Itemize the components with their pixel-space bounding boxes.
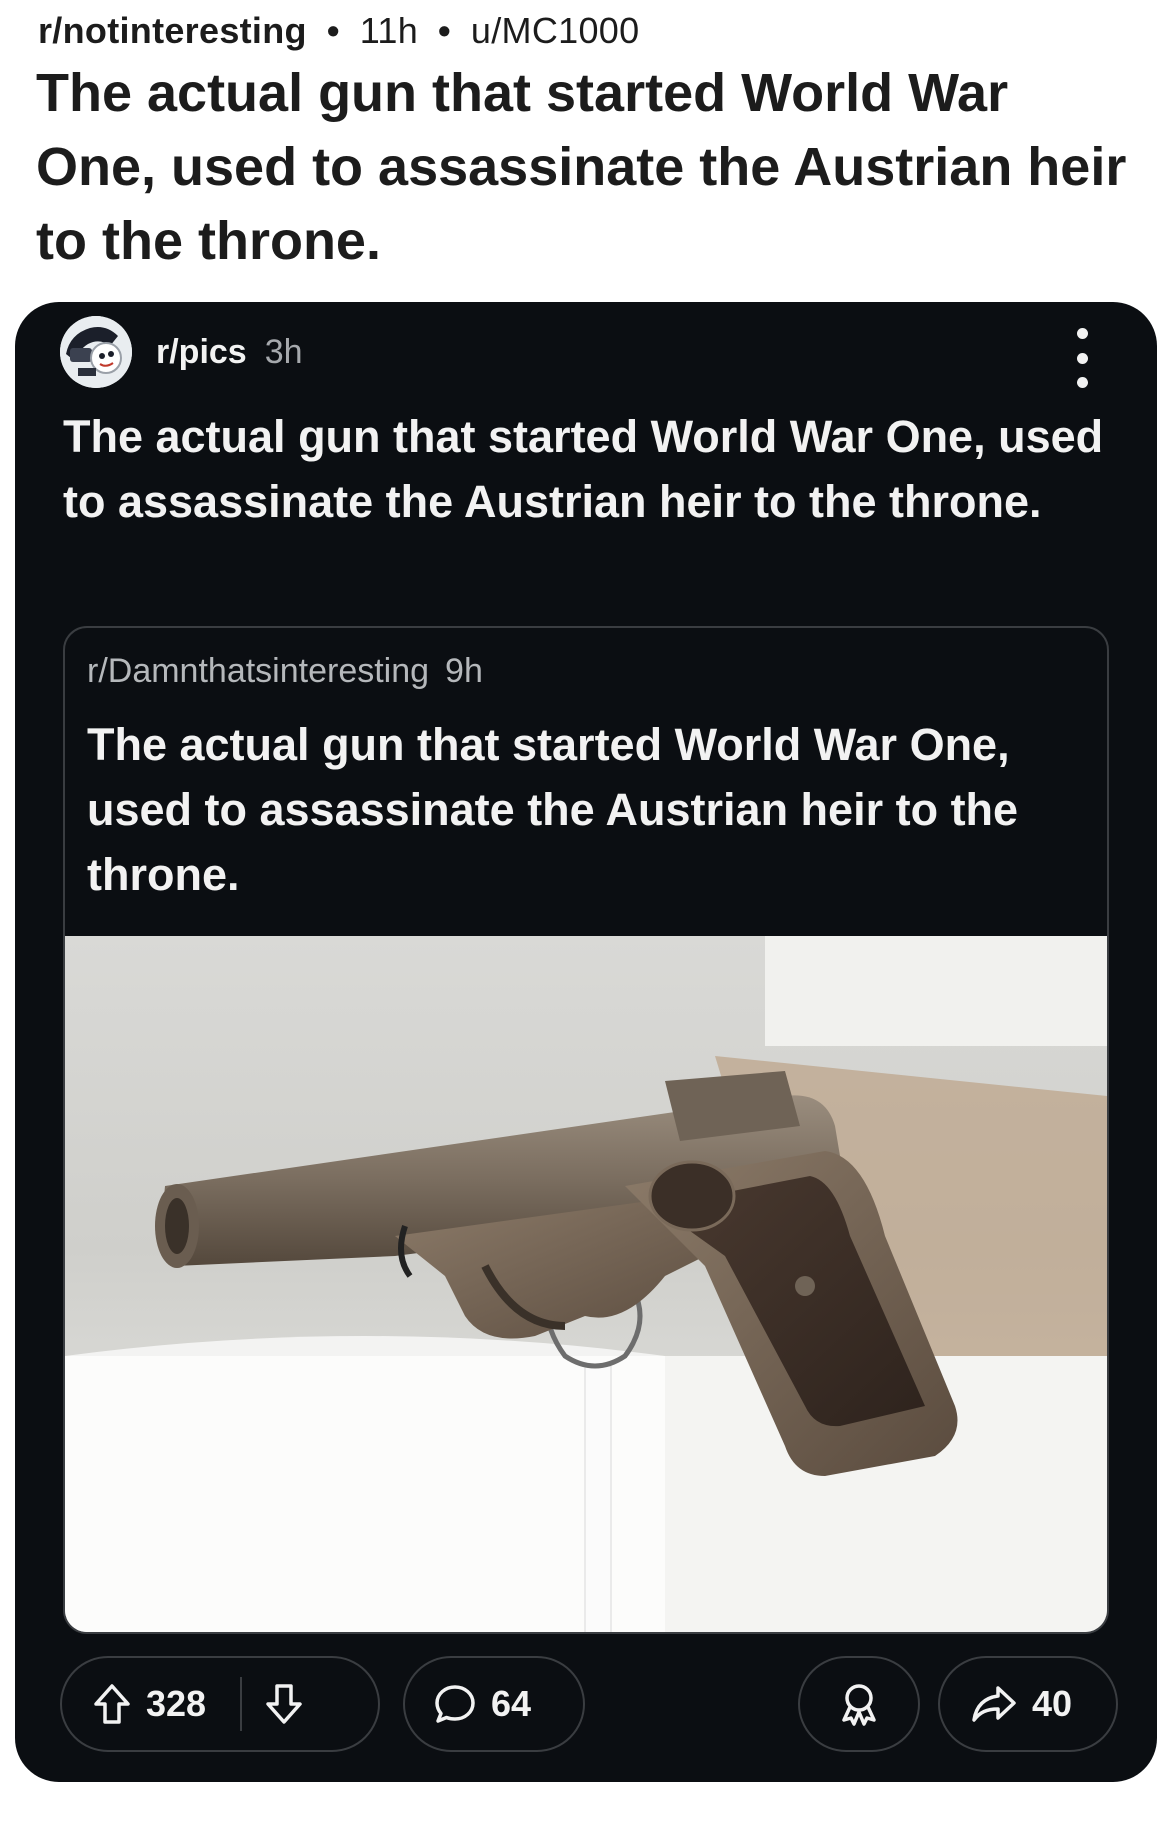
vote-divider xyxy=(240,1677,243,1731)
embedded-post-age: 3h xyxy=(264,332,303,371)
share-button[interactable]: 40 xyxy=(938,1656,1118,1752)
crosspost-age: 9h xyxy=(445,652,483,690)
subreddit-avatar[interactable] xyxy=(60,316,132,388)
subreddit-link[interactable]: r/notinteresting xyxy=(38,10,307,52)
post-meta: r/notinteresting • 11h • u/MC1000 xyxy=(38,10,639,52)
embedded-post-header: r/pics 3h xyxy=(60,312,1117,392)
post-title: The actual gun that started World War On… xyxy=(36,63,1127,271)
award-button[interactable] xyxy=(798,1656,920,1752)
arrow-up-icon[interactable] xyxy=(92,1682,132,1726)
upvote-count: 328 xyxy=(146,1683,207,1724)
arrow-down-icon[interactable] xyxy=(264,1682,304,1726)
comment-count: 64 xyxy=(491,1683,532,1724)
vote-control: 328 xyxy=(60,1656,380,1752)
speech-bubble-icon xyxy=(435,1685,475,1723)
share-arrow-icon xyxy=(972,1686,1016,1722)
embedded-post-card[interactable]: r/pics 3h The actual gun that started Wo… xyxy=(15,302,1157,1782)
embedded-post-title[interactable]: The actual gun that started World War On… xyxy=(63,404,1123,534)
award-icon xyxy=(842,1684,876,1726)
comments-button[interactable]: 64 xyxy=(403,1656,585,1752)
pistol-photo[interactable] xyxy=(65,936,1107,1634)
meta-separator: • xyxy=(326,10,340,51)
crosspost-meta: r/Damnthatsinteresting 9h xyxy=(87,652,483,691)
more-options-icon[interactable] xyxy=(1067,328,1097,388)
post-age: 11h xyxy=(359,10,419,51)
action-bar: 328 64 40 xyxy=(15,1648,1157,1758)
crosspost-subreddit[interactable]: r/Damnthatsinteresting xyxy=(87,652,429,690)
author-link[interactable]: u/MC1000 xyxy=(471,10,640,52)
meta-separator: • xyxy=(438,10,451,51)
embedded-subreddit[interactable]: r/pics xyxy=(156,333,247,372)
crosspost-card[interactable]: r/Damnthatsinteresting 9h The actual gun … xyxy=(63,626,1109,1634)
share-count: 40 xyxy=(1032,1683,1073,1724)
crosspost-title: The actual gun that started World War On… xyxy=(87,719,1019,900)
